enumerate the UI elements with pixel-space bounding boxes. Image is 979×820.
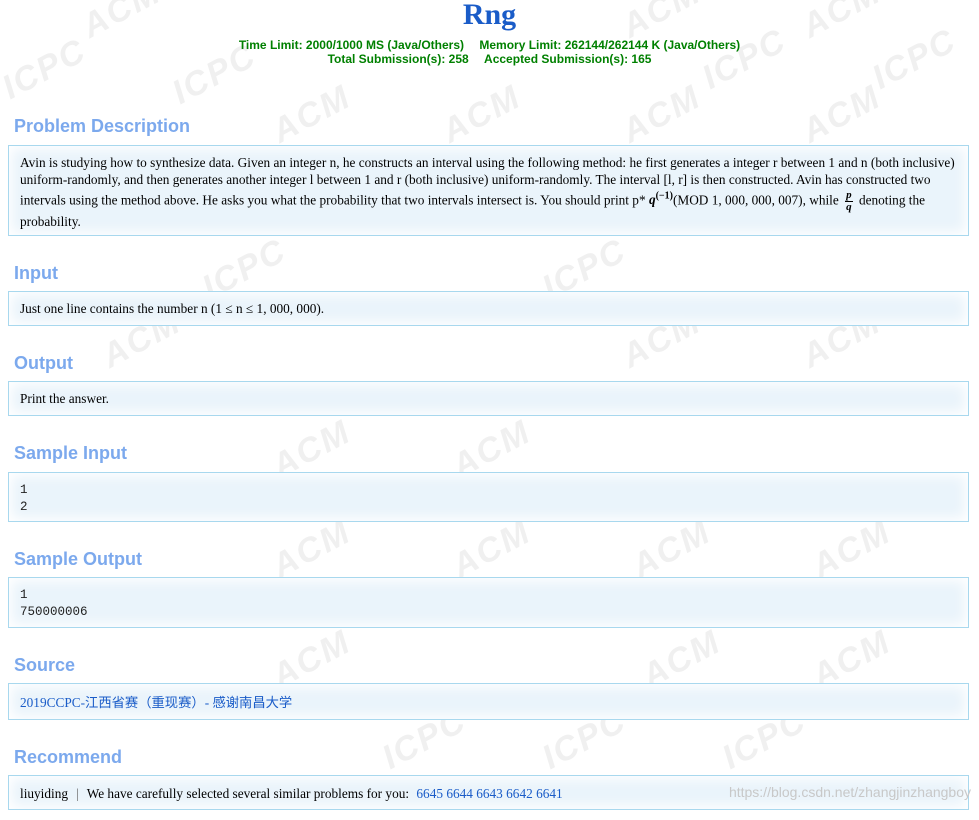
memory-limit: Memory Limit: 262144/262144 K (Java/Othe…: [479, 38, 741, 52]
limits-row-1: Time Limit: 2000/1000 MS (Java/Others) M…: [0, 38, 979, 52]
problem-link[interactable]: 6643: [476, 786, 503, 801]
sample-input-line: 1: [20, 483, 28, 497]
sample-input-panel: 1 2: [8, 472, 969, 522]
source-panel: 2019CCPC-江西省赛（重现赛）- 感谢南昌大学: [8, 683, 969, 720]
output-panel: Print the answer.: [8, 381, 969, 416]
fraction-denominator: q: [846, 200, 852, 213]
section-heading-recommend: Recommend: [14, 747, 123, 767]
problem-link[interactable]: 6641: [536, 786, 563, 801]
description-mod-text: (MOD 1, 000, 000, 007), while: [672, 192, 839, 208]
similar-problems-list: 6645 6644 6643 6642 6641: [416, 786, 562, 801]
problem-title: Rng: [462, 0, 517, 31]
problem-limits: Time Limit: 2000/1000 MS (Java/Others) M…: [0, 38, 979, 66]
q-inverse-formula: q(−1): [648, 191, 673, 208]
input-panel: Just one line contains the number n (1 ≤…: [8, 291, 969, 326]
q-exponent: (−1): [655, 191, 673, 202]
section-heading-output: Output: [14, 353, 73, 373]
problem-link[interactable]: 6644: [446, 786, 473, 801]
watermark-acm: ACM: [265, 512, 358, 586]
watermark-acm: ACM: [805, 512, 898, 586]
output-text: Print the answer.: [20, 391, 110, 406]
section-heading-input: Input: [14, 263, 58, 283]
recommend-user: liuyiding: [20, 786, 69, 801]
description-panel: Avin is studying how to synthesize data.…: [8, 145, 969, 236]
problem-link[interactable]: 6642: [506, 786, 533, 801]
section-heading-sample-input: Sample Input: [14, 443, 128, 463]
section-heading-sample-output: Sample Output: [14, 549, 143, 569]
accepted-submissions: Accepted Submission(s): 165: [484, 52, 652, 66]
watermark-acm: ACM: [445, 512, 538, 586]
section-heading-description: Problem Description: [14, 116, 191, 136]
sample-output-line: 750000006: [20, 605, 88, 619]
limits-row-2: Total Submission(s): 258 Accepted Submis…: [0, 52, 979, 66]
watermark-acm: ACM: [265, 77, 358, 151]
probability-fraction: pq: [845, 189, 853, 213]
input-text: Just one line contains the number n (1 ≤…: [20, 301, 325, 316]
csdn-url-watermark: https://blog.csdn.net/zhangjinzhangboy: [728, 784, 971, 800]
total-submissions: Total Submission(s): 258: [327, 52, 469, 66]
sample-output-panel: 1 750000006: [8, 577, 969, 628]
problem-link[interactable]: 6645: [416, 786, 443, 801]
section-heading-source: Source: [14, 655, 76, 675]
time-limit: Time Limit: 2000/1000 MS (Java/Others): [238, 38, 465, 52]
sample-output-line: 1: [20, 588, 28, 602]
recommend-note: We have carefully selected several simil…: [86, 786, 410, 801]
sample-input-line: 2: [20, 500, 28, 514]
q-symbol: q: [648, 192, 656, 208]
watermark-acm: ACM: [615, 77, 708, 151]
watermark-acm: ACM: [625, 512, 718, 586]
watermark-acm: ACM: [795, 77, 888, 151]
recommend-separator: |: [76, 786, 79, 801]
problem-page: Rng Time Limit: 2000/1000 MS (Java/Other…: [0, 0, 979, 810]
watermark-acm: ACM: [435, 77, 528, 151]
source-link[interactable]: 2019CCPC-江西省赛（重现赛）- 感谢南昌大学: [20, 695, 292, 710]
